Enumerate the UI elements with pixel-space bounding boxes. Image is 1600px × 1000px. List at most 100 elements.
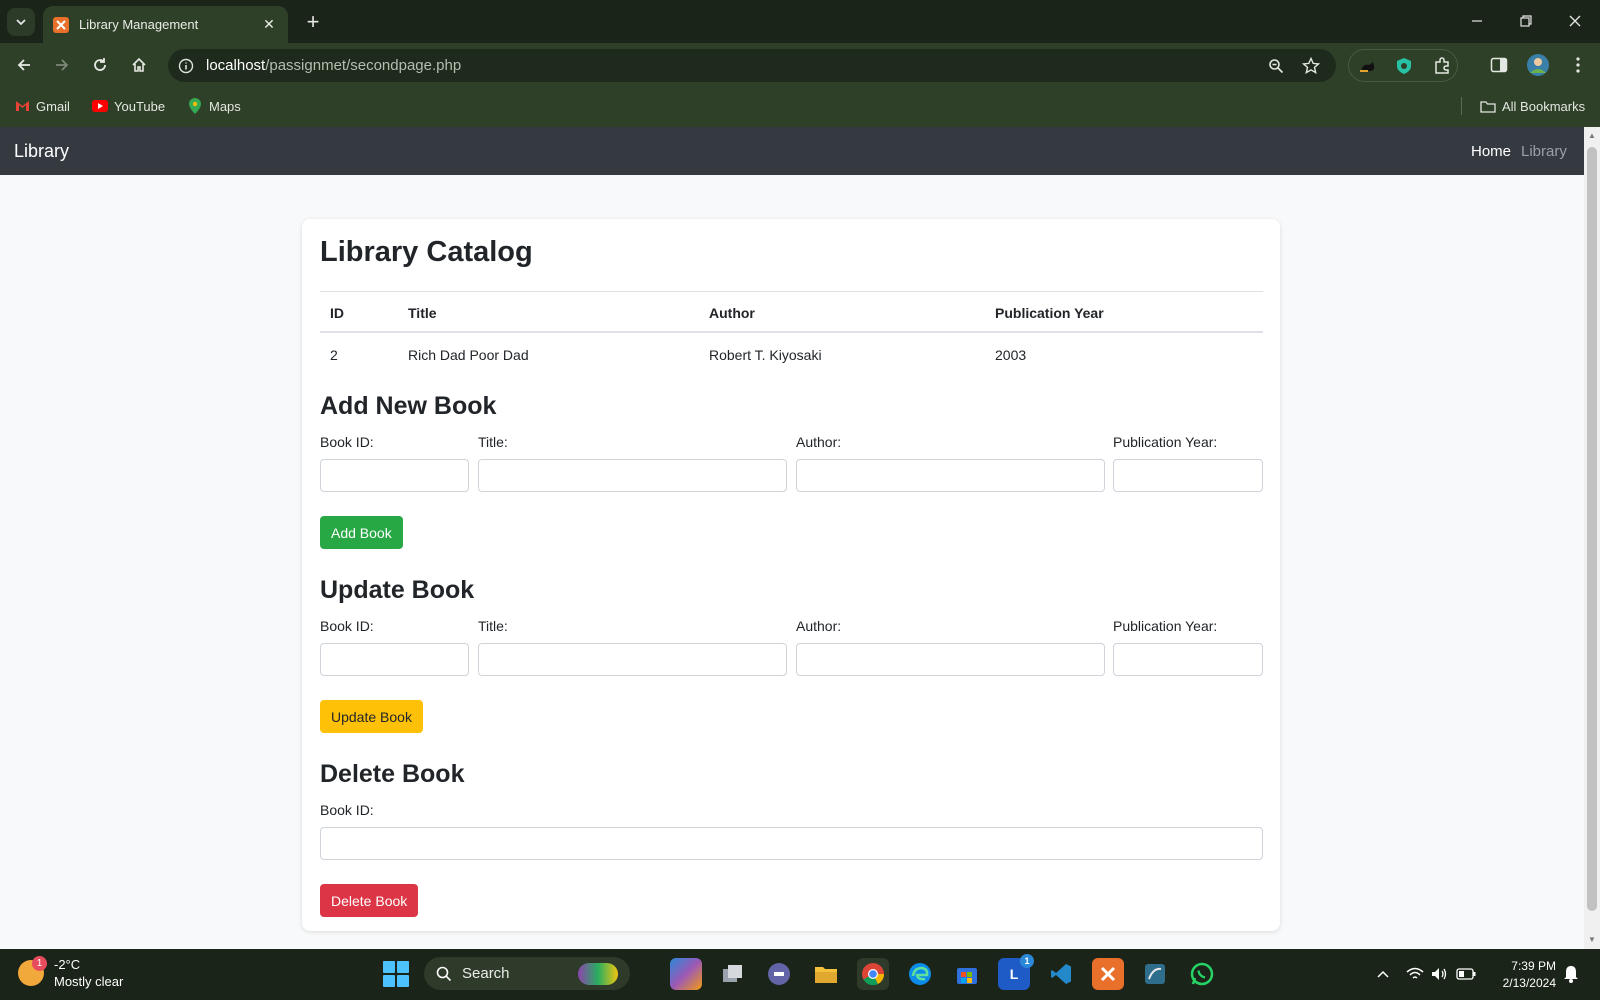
avatar-icon xyxy=(1527,54,1549,76)
back-button[interactable] xyxy=(11,52,37,78)
column-header-author: Author xyxy=(709,305,755,321)
edge-app-icon[interactable] xyxy=(904,958,936,990)
search-label: Search xyxy=(462,965,510,982)
show-hidden-icons-icon[interactable] xyxy=(1373,964,1393,984)
youtube-icon xyxy=(92,98,108,114)
navbar-brand[interactable]: Library xyxy=(14,141,69,162)
side-panel-button[interactable] xyxy=(1486,52,1512,78)
browser-tab[interactable]: Library Management ✕ xyxy=(43,6,288,43)
weather-badge: 1 xyxy=(32,956,47,971)
update-book-id-input[interactable] xyxy=(320,643,469,676)
bookmark-gmail[interactable]: Gmail xyxy=(14,98,70,114)
bookmark-star-icon[interactable] xyxy=(1300,55,1322,77)
close-icon xyxy=(1569,15,1581,27)
delete-book-button[interactable]: Delete Book xyxy=(320,884,419,917)
start-button[interactable] xyxy=(383,961,409,987)
scroll-down-icon[interactable]: ▼ xyxy=(1588,935,1596,944)
copilot-app-icon[interactable] xyxy=(670,958,702,990)
teams-chat-icon[interactable] xyxy=(763,958,795,990)
system-clock[interactable]: 7:39 PM 2/13/2024 xyxy=(1492,958,1556,992)
back-arrow-icon xyxy=(17,59,30,71)
weather-condition: Mostly clear xyxy=(54,974,124,989)
update-publication-year-input[interactable] xyxy=(1113,643,1263,676)
task-view-icon[interactable] xyxy=(717,958,749,990)
site-info-icon[interactable] xyxy=(176,56,196,76)
profile-avatar[interactable] xyxy=(1525,52,1551,78)
side-panel-icon xyxy=(1490,57,1508,73)
battery-icon[interactable] xyxy=(1456,964,1476,984)
add-book-id-input[interactable] xyxy=(320,459,469,492)
whatsapp-app-icon[interactable] xyxy=(1186,958,1218,990)
tab-title: Library Management xyxy=(79,17,199,32)
weather-widget[interactable]: 1 -2°C Mostly clear xyxy=(18,956,123,990)
folder-icon xyxy=(1480,98,1496,114)
l-app-icon[interactable]: L 1 xyxy=(998,954,1034,990)
notification-bell-icon[interactable] xyxy=(1561,964,1581,984)
browser-menu-button[interactable] xyxy=(1565,52,1591,78)
add-title-label: Title: xyxy=(478,434,508,450)
scroll-up-icon[interactable]: ▲ xyxy=(1588,131,1596,140)
restore-button[interactable] xyxy=(1511,8,1541,34)
browser-toolbar: localhost/passignmet/secondpage.php xyxy=(0,43,1600,87)
volume-icon[interactable] xyxy=(1430,964,1450,984)
chevron-down-icon xyxy=(16,19,26,26)
nav-link-home[interactable]: Home xyxy=(1471,143,1511,160)
zoom-icon[interactable] xyxy=(1265,55,1287,77)
tab-search-button[interactable] xyxy=(7,8,35,36)
clock-time: 7:39 PM xyxy=(1511,959,1556,973)
add-title-input[interactable] xyxy=(478,459,787,492)
update-author-input[interactable] xyxy=(796,643,1105,676)
new-tab-button[interactable]: + xyxy=(300,9,326,35)
update-title-input[interactable] xyxy=(478,643,787,676)
url-text[interactable]: localhost/passignmet/secondpage.php xyxy=(206,57,461,74)
extensions-puzzle-icon[interactable] xyxy=(1431,55,1453,77)
bookmark-label: YouTube xyxy=(114,98,166,114)
vscode-app-icon[interactable] xyxy=(1045,958,1077,990)
close-window-button[interactable] xyxy=(1560,8,1590,34)
all-bookmarks-button[interactable]: All Bookmarks xyxy=(1480,98,1585,114)
nav-link-library[interactable]: Library xyxy=(1521,143,1567,160)
update-book-button[interactable]: Update Book xyxy=(320,700,423,733)
cell-title: Rich Dad Poor Dad xyxy=(408,347,529,363)
wifi-icon[interactable] xyxy=(1405,964,1425,984)
microsoft-store-icon[interactable] xyxy=(951,958,983,990)
add-author-input[interactable] xyxy=(796,459,1105,492)
home-button[interactable] xyxy=(126,52,152,78)
reload-icon xyxy=(94,58,106,71)
file-explorer-icon[interactable] xyxy=(810,958,842,990)
xampp-app-icon[interactable] xyxy=(1092,958,1124,990)
minimize-button[interactable] xyxy=(1462,8,1492,34)
taskbar-search[interactable]: Search xyxy=(424,957,630,990)
weather-temperature: -2°C xyxy=(54,957,81,972)
weather-moon-icon: 1 xyxy=(18,956,47,986)
site-navbar: Library Home Library xyxy=(0,127,1584,175)
extension-shield-icon[interactable] xyxy=(1393,55,1415,77)
maps-icon xyxy=(187,98,203,114)
delete-book-id-input[interactable] xyxy=(320,827,1263,860)
bookmark-maps[interactable]: Maps xyxy=(187,98,241,114)
bookmarks-divider xyxy=(1461,97,1462,115)
restore-icon xyxy=(1520,15,1532,27)
mysql-app-icon[interactable] xyxy=(1139,958,1171,990)
add-publication-year-label: Publication Year: xyxy=(1113,434,1218,450)
add-publication-year-input[interactable] xyxy=(1113,459,1263,492)
page-scrollbar[interactable]: ▲ ▼ xyxy=(1584,127,1600,949)
reload-button[interactable] xyxy=(87,52,113,78)
add-book-button[interactable]: Add Book xyxy=(320,516,403,549)
minimize-icon xyxy=(1472,20,1482,22)
forward-button[interactable] xyxy=(49,52,75,78)
bookmark-youtube[interactable]: YouTube xyxy=(92,98,165,114)
bookmark-label: Maps xyxy=(209,98,241,114)
home-icon xyxy=(132,57,146,72)
add-book-heading: Add New Book xyxy=(320,392,497,420)
tab-close-icon[interactable]: ✕ xyxy=(260,16,278,33)
extension-cat-icon[interactable] xyxy=(1357,55,1379,77)
address-bar[interactable]: localhost/passignmet/secondpage.php xyxy=(168,49,1336,82)
scroll-thumb[interactable] xyxy=(1587,147,1597,911)
windows-logo-icon xyxy=(383,961,395,973)
chrome-app-icon[interactable] xyxy=(857,958,889,990)
l-app-badge: 1 xyxy=(1020,954,1034,968)
l-app-letter: L xyxy=(1009,966,1019,982)
plus-icon: + xyxy=(306,9,320,34)
all-bookmarks-label: All Bookmarks xyxy=(1502,98,1586,114)
